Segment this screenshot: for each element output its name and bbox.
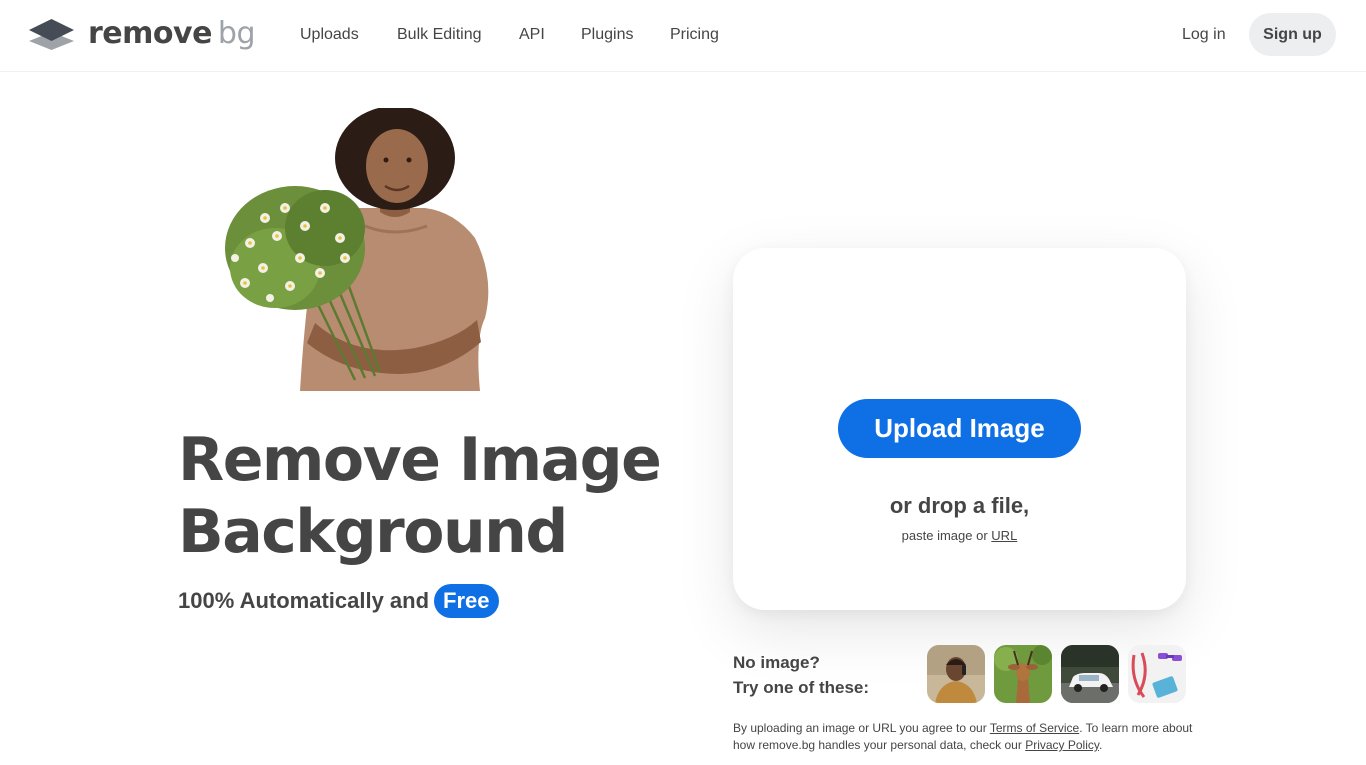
sample-label-line1: No image? [733,653,820,672]
nav-api[interactable]: API [519,24,545,46]
nav-bulk-editing[interactable]: Bulk Editing [397,24,482,46]
page-title-line1: Remove Image [178,425,662,495]
login-link[interactable]: Log in [1182,24,1226,46]
terms-disclaimer: By uploading an image or URL you agree t… [733,720,1193,754]
nav-pricing[interactable]: Pricing [670,24,719,46]
drop-file-text: or drop a file, [889,493,1030,518]
sample-deer-thumbnail[interactable] [994,645,1052,703]
paste-image-text: paste image or URL [733,528,1186,543]
sample-car-thumbnail[interactable] [1061,645,1119,703]
hero-subtitle: 100% Automatically and Free [178,584,499,618]
hero-subtitle-text: 100% Automatically and [178,588,430,613]
site-header: remove bg Uploads Bulk Editing API Plugin… [0,0,1366,72]
logo-bg-text: bg [217,16,256,51]
free-badge: Free [434,584,499,618]
sample-images-label: No image? Try one of these: [733,650,869,700]
page-title-line2: Background [178,497,568,567]
sample-person-thumbnail[interactable] [927,645,985,703]
hero-woman-with-flowers-image [205,106,505,391]
nav-uploads[interactable]: Uploads [300,24,359,46]
sample-label-line2: Try one of these: [733,678,870,697]
paste-prefix: paste image or [901,528,988,543]
privacy-policy-link[interactable]: Privacy Policy [1025,738,1099,752]
nav-plugins[interactable]: Plugins [581,24,633,46]
disclaimer-text-3: . [1098,738,1103,752]
paste-url-link[interactable]: URL [991,528,1017,543]
page-title: Remove Image Background [178,424,662,568]
terms-of-service-link[interactable]: Terms of Service [990,721,1079,735]
upload-dropzone[interactable]: Upload Image or drop a file, paste image… [733,248,1186,610]
signup-button[interactable]: Sign up [1249,13,1336,56]
upload-image-button[interactable]: Upload Image [838,399,1081,458]
logo-remove-text: remove [88,16,212,51]
disclaimer-text-1: By uploading an image or URL you agree t… [733,721,987,735]
logo-wordmark: remove bg [88,16,256,52]
layers-logo-icon [28,16,75,52]
logo-link[interactable]: remove bg [28,16,256,52]
sample-fitness-items-thumbnail[interactable] [1128,645,1186,703]
